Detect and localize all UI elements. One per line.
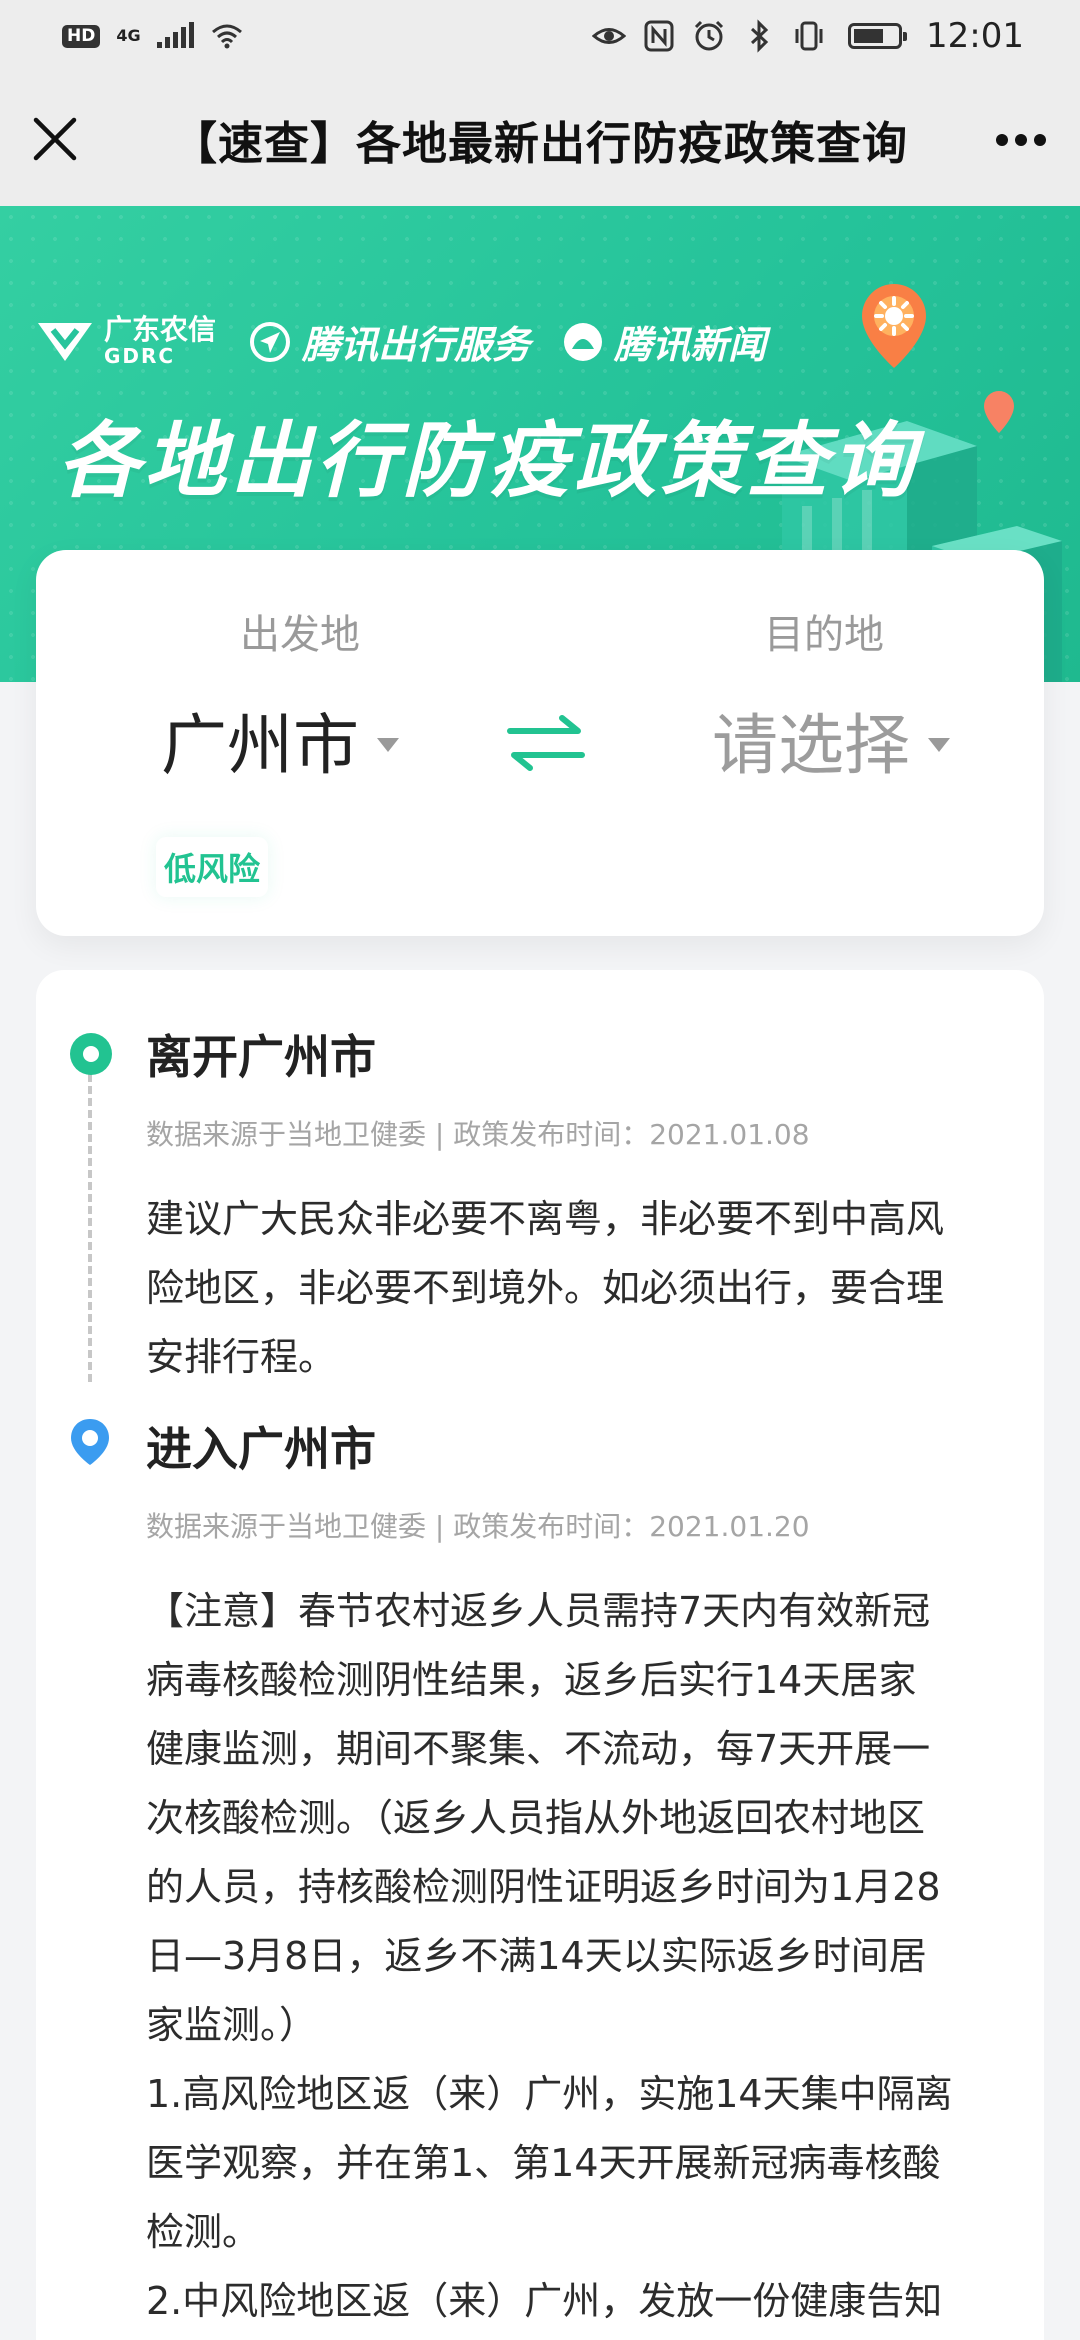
route-selector-card: 出发地 目的地 广州市 请选择 低风险 bbox=[36, 550, 1044, 936]
departure-value: 广州市 bbox=[161, 707, 359, 784]
signal-icon bbox=[156, 22, 194, 48]
hero-title: 各地出行防疫政策查询 bbox=[58, 414, 918, 509]
leave-policy-section: 离开广州市 数据来源于当地卫健委 | 政策发布时间：2021.01.08 建议广… bbox=[146, 1030, 1014, 1392]
more-icon[interactable] bbox=[994, 132, 1048, 148]
departure-dot-icon bbox=[70, 1033, 112, 1075]
leave-policy-meta: 数据来源于当地卫健委 | 政策发布时间：2021.01.08 bbox=[146, 1118, 810, 1152]
timeline-dashed-line bbox=[88, 1050, 92, 1382]
vibrate-icon bbox=[795, 21, 823, 51]
enter-policy-section: 进入广州市 数据来源于当地卫健委 | 政策发布时间：2021.01.20 【注意… bbox=[146, 1422, 1014, 2336]
enter-policy-meta: 数据来源于当地卫健委 | 政策发布时间：2021.01.20 bbox=[146, 1510, 810, 1544]
enter-policy-body: 【注意】春节农村返乡人员需持7天内有效新冠 病毒核酸检测阴性结果，返乡后实行14… bbox=[146, 1589, 953, 2324]
brand-row: 广东农信 GDRC 腾讯出行服务 腾讯新闻 bbox=[36, 314, 766, 369]
brand-gdrc-en: GDRC bbox=[104, 344, 176, 369]
nav-bar: 【速查】各地最新出行防疫政策查询 bbox=[0, 72, 1080, 206]
policy-card: 离开广州市 数据来源于当地卫健委 | 政策发布时间：2021.01.08 建议广… bbox=[36, 970, 1044, 2340]
gdrc-logo-icon bbox=[38, 323, 92, 362]
chevron-down-icon bbox=[377, 738, 399, 752]
to-label: 目的地 bbox=[764, 612, 884, 658]
status-bar: HD 4G 12:01 bbox=[0, 0, 1080, 72]
swap-icon[interactable] bbox=[506, 708, 586, 778]
alarm-icon bbox=[694, 20, 724, 51]
risk-level-badge: 低风险 bbox=[156, 837, 268, 897]
brand-travel-text: 腾讯出行服务 bbox=[302, 323, 531, 367]
destination-value: 请选择 bbox=[712, 707, 910, 784]
page-title: 【速查】各地最新出行防疫政策查询 bbox=[171, 116, 908, 170]
departure-select[interactable]: 广州市 bbox=[161, 692, 399, 788]
location-pin-icon bbox=[71, 1419, 109, 1465]
wifi-icon bbox=[211, 24, 242, 49]
status-time: 12:01 bbox=[926, 16, 1024, 56]
hd-badge: HD bbox=[62, 24, 101, 48]
chevron-down-icon bbox=[928, 738, 950, 752]
tencent-news-logo-icon bbox=[564, 322, 603, 361]
tencent-travel-logo-icon bbox=[250, 321, 291, 362]
network-type: 4G bbox=[116, 26, 141, 45]
enter-policy-title: 进入广州市 bbox=[146, 1422, 376, 1476]
brand-tencent-travel: 腾讯出行服务 bbox=[248, 314, 530, 369]
close-icon[interactable] bbox=[30, 114, 80, 164]
nfc-icon bbox=[644, 20, 674, 52]
eye-icon bbox=[592, 28, 627, 44]
from-label: 出发地 bbox=[240, 612, 360, 658]
battery-icon bbox=[848, 23, 908, 49]
brand-news-text: 腾讯新闻 bbox=[614, 323, 767, 367]
brand-gdrc: 广东农信 GDRC bbox=[36, 312, 217, 369]
destination-select[interactable]: 请选择 bbox=[712, 692, 950, 788]
leave-policy-body: 建议广大民众非必要不离粤，非必要不到中高风 险地区，非必要不到境外。如必须出行，… bbox=[146, 1197, 945, 1380]
brand-gdrc-cn: 广东农信 bbox=[104, 312, 217, 346]
leave-policy-title: 离开广州市 bbox=[146, 1030, 376, 1084]
bluetooth-icon bbox=[750, 19, 769, 53]
brand-tencent-news: 腾讯新闻 bbox=[562, 314, 766, 369]
